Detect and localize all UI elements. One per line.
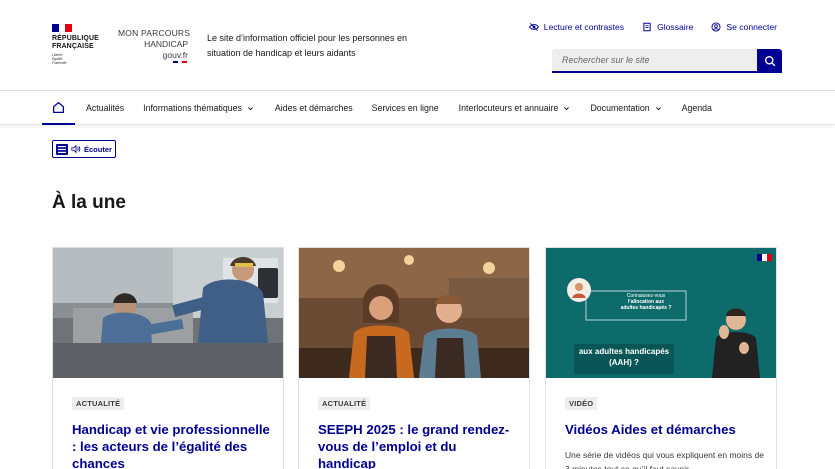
user-icon (711, 22, 721, 32)
chevron-down-icon (564, 106, 570, 110)
cafe-photo (299, 248, 529, 378)
republic-name[interactable]: RÉPUBLIQUE FRANÇAISE (52, 35, 99, 51)
listen-button[interactable]: Écouter (52, 140, 116, 158)
login-label: Se connecter (726, 22, 777, 32)
eye-icon (528, 22, 539, 32)
glossary-link[interactable]: Glossaire (642, 22, 693, 32)
nav-item-label: Agenda (681, 103, 712, 113)
login-link[interactable]: Se connecter (711, 22, 777, 32)
book-icon (643, 22, 651, 32)
video-thumbnail: Connaissez-vous l’allocation aux adultes… (546, 248, 776, 378)
search-button[interactable] (757, 49, 782, 73)
card-title[interactable]: Handicap et vie professionnelle : les ac… (72, 421, 272, 469)
news-card-1[interactable]: ACTUALITÉ Handicap et vie professionnell… (52, 247, 284, 469)
site-search (552, 49, 782, 73)
search-icon (764, 55, 775, 67)
video-caption-line2: (AAH) ? (609, 358, 639, 367)
menu-icon (56, 143, 68, 155)
nav-item-label: Documentation (590, 103, 650, 113)
nav-item-informations-thematiques[interactable]: Informations thématiques (143, 103, 254, 113)
republic-motto: Liberté Égalité Fraternité (52, 53, 67, 65)
site-logo-flag (173, 61, 188, 63)
card-title[interactable]: SEEPH 2025 : le grand rendez-vous de l’e… (318, 421, 518, 469)
card-description: Une série de vidéos qui vous expliquent … (565, 450, 764, 469)
main-navigation: Actualités Informations thématiques Aide… (0, 91, 835, 125)
chevron-down-icon (248, 106, 253, 110)
republic-flag-logo (52, 24, 73, 32)
nav-item-label: Informations thématiques (143, 103, 242, 113)
section-title: À la une (52, 192, 126, 213)
site-logo-line2[interactable]: HANDICAP (118, 39, 188, 49)
nav-item-label: Services en ligne (371, 103, 439, 113)
video-card[interactable]: Connaissez-vous l’allocation aux adultes… (545, 247, 777, 469)
video-bubble: Connaissez-vous l’allocation aux adultes… (606, 293, 686, 311)
nav-item-label: Interlocuteurs et annuaire (458, 103, 559, 113)
card-badge: VIDÉO (565, 397, 598, 410)
site-logo-line3[interactable]: gouv.fr (118, 50, 188, 60)
display-settings-label: Lecture et contrastes (543, 22, 625, 32)
video-bubble-line3: adultes handicapés ? (620, 305, 672, 311)
site-tagline: Le site d’information officiel pour les … (207, 33, 407, 58)
nav-item-actualites[interactable]: Actualités (86, 103, 124, 113)
card-badge: ACTUALITÉ (318, 397, 371, 410)
nav-home[interactable] (42, 91, 75, 125)
site-header: RÉPUBLIQUE FRANÇAISE Liberté Égalité Fra… (0, 0, 835, 91)
news-card-2[interactable]: ACTUALITÉ SEEPH 2025 : le grand rendez-v… (298, 247, 530, 469)
nav-item-interlocuteurs[interactable]: Interlocuteurs et annuaire (459, 103, 571, 113)
site-logo-line1[interactable]: MON PARCOURS (118, 28, 190, 38)
video-caption-line1: aux adultes handicapés (578, 347, 670, 356)
listen-label: Écouter (84, 144, 112, 154)
nav-item-label: Aides et démarches (274, 103, 353, 113)
header-tools: Lecture et contrastes Glossaire Se conne… (528, 22, 777, 32)
home-icon (52, 101, 65, 113)
nav-item-label: Actualités (86, 103, 125, 113)
video-caption: aux adultes handicapés (AAH) ? (574, 346, 674, 368)
nav-item-documentation[interactable]: Documentation (590, 103, 661, 113)
card-title[interactable]: Vidéos Aides et démarches (565, 421, 765, 438)
chevron-down-icon (655, 106, 661, 110)
nav-items: Actualités Informations thématiques Aide… (86, 91, 712, 125)
display-settings-link[interactable]: Lecture et contrastes (528, 22, 625, 32)
workshop-photo (53, 248, 283, 378)
card-badge: ACTUALITÉ (72, 397, 125, 410)
speaker-icon (71, 144, 81, 154)
nav-item-agenda[interactable]: Agenda (682, 103, 712, 113)
nav-item-aides-demarches[interactable]: Aides et démarches (275, 103, 353, 113)
glossary-label: Glossaire (657, 22, 694, 32)
search-input[interactable] (552, 49, 757, 73)
nav-item-services-en-ligne[interactable]: Services en ligne (372, 103, 439, 113)
